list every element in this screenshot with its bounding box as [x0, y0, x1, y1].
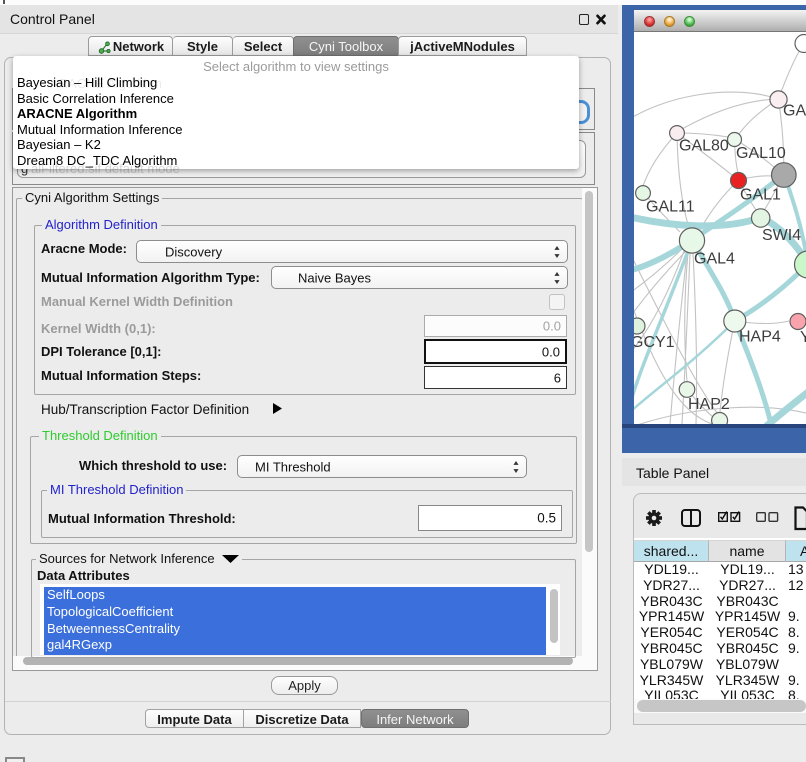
- svg-text:GCY1: GCY1: [634, 334, 675, 351]
- svg-text:HAP2: HAP2: [688, 396, 730, 413]
- svg-text:GAL10: GAL10: [736, 145, 786, 162]
- svg-text:GAL80: GAL80: [679, 138, 729, 155]
- svg-text:HAP4: HAP4: [739, 329, 781, 346]
- svg-text:SWI4: SWI4: [762, 227, 801, 244]
- svg-text:GAL1: GAL1: [740, 187, 781, 204]
- svg-text:GAL7: GAL7: [783, 103, 806, 120]
- svg-text:GAL11: GAL11: [646, 199, 695, 216]
- svg-text:GAL4: GAL4: [694, 251, 735, 268]
- svg-text:Y: Y: [800, 329, 806, 346]
